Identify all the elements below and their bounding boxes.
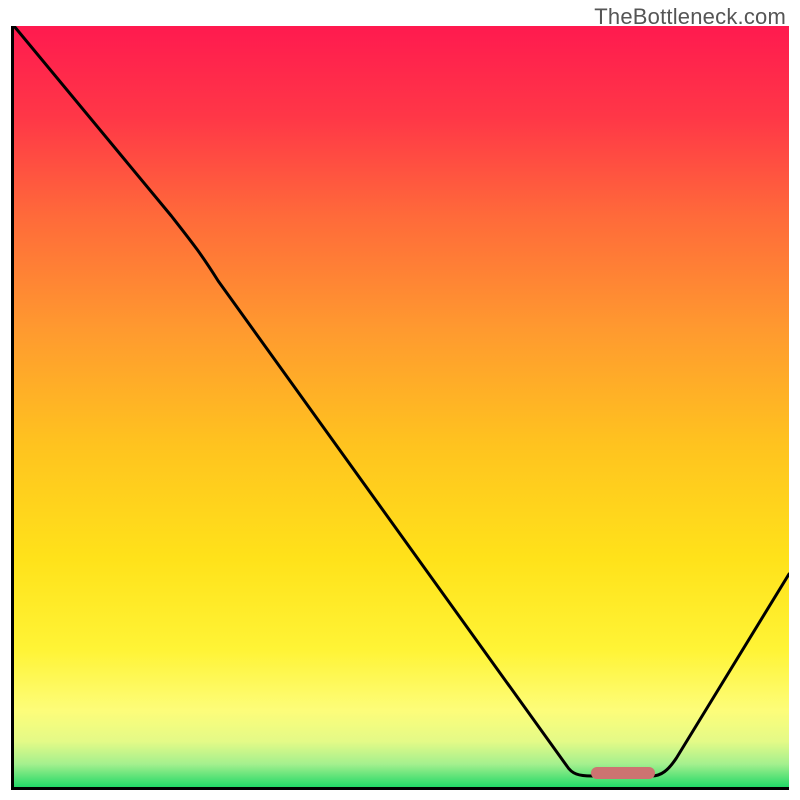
optimum-marker [591, 767, 655, 779]
chart-canvas [14, 26, 789, 787]
chart-frame [11, 26, 789, 790]
gradient-background [14, 26, 789, 787]
